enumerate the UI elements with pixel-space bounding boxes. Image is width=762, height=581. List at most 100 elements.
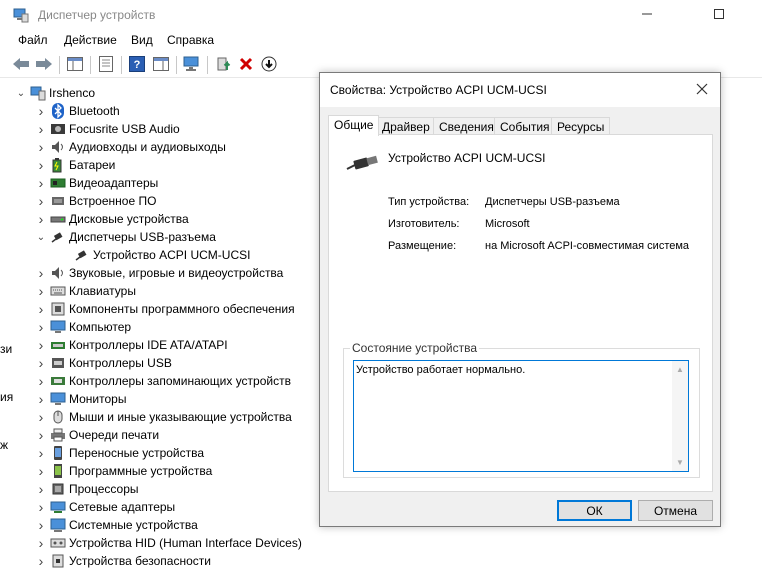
tree-item-label: Переносные устройства xyxy=(69,446,205,460)
uninstall-device-button[interactable] xyxy=(236,55,256,75)
forward-button[interactable] xyxy=(34,55,54,75)
tree-item-label: Системные устройства xyxy=(69,518,198,532)
menu-help[interactable]: Справка xyxy=(167,33,214,47)
ok-button[interactable]: ОК xyxy=(557,500,632,521)
properties-button[interactable] xyxy=(96,55,116,75)
tree-category-item[interactable]: › Мониторы xyxy=(34,390,127,408)
tree-category-item[interactable]: › Контроллеры USB xyxy=(34,354,172,372)
chevron-right-icon[interactable]: › xyxy=(34,336,48,354)
show-hide-console-tree-button[interactable] xyxy=(65,55,85,75)
device-name: Устройство ACPI UCM-UCSI xyxy=(388,151,546,165)
tab-general[interactable]: Общие xyxy=(328,115,380,136)
tree-root-node[interactable]: ⌄ Irshenco xyxy=(14,84,95,102)
tree-category-item[interactable]: › Контроллеры запоминающих устройств xyxy=(34,372,291,390)
tree-category-item[interactable]: › Bluetooth xyxy=(34,102,120,120)
tree-category-item[interactable]: › Видеоадаптеры xyxy=(34,174,159,192)
action-pane-button[interactable] xyxy=(151,55,171,75)
tree-category-item[interactable]: › Процессоры xyxy=(34,480,139,498)
software-device-icon xyxy=(50,463,66,479)
update-driver-icon xyxy=(216,56,232,75)
chevron-right-icon[interactable]: › xyxy=(34,102,48,120)
download-circle-icon xyxy=(261,56,277,75)
chevron-right-icon[interactable]: › xyxy=(34,174,48,192)
speaker-icon xyxy=(50,139,66,155)
tree-child-item[interactable]: Устройство ACPI UCM-UCSI xyxy=(72,246,250,264)
chevron-down-icon[interactable]: ⌄ xyxy=(34,228,48,246)
tree-category-item[interactable]: › Встроенное ПО xyxy=(34,192,157,210)
chevron-right-icon[interactable]: › xyxy=(34,156,48,174)
disable-device-button[interactable] xyxy=(259,55,279,75)
chevron-right-icon[interactable]: › xyxy=(34,138,48,156)
tree-category-item[interactable]: › Клавиатуры xyxy=(34,282,136,300)
tree-category-item[interactable]: › Контроллеры IDE ATA/ATAPI xyxy=(34,336,228,354)
maximize-button[interactable] xyxy=(696,0,742,30)
chevron-right-icon[interactable]: › xyxy=(34,354,48,372)
chevron-right-icon[interactable]: › xyxy=(34,516,48,534)
tree-category-item[interactable]: › Дисковые устройства xyxy=(34,210,189,228)
help-icon: ? xyxy=(129,55,145,75)
minimize-button[interactable] xyxy=(624,0,670,30)
chevron-right-icon[interactable]: › xyxy=(34,444,48,462)
tree-category-item[interactable]: › Устройства HID (Human Interface Devices… xyxy=(34,534,302,552)
chevron-right-icon[interactable]: › xyxy=(34,120,48,138)
tree-category-item[interactable]: › Системные устройства xyxy=(34,516,198,534)
chevron-right-icon[interactable]: › xyxy=(34,426,48,444)
status-scrollbar[interactable]: ▲ ▼ xyxy=(672,361,688,471)
tab-driver[interactable]: Драйвер xyxy=(376,117,436,135)
tree-category-item[interactable]: ⌄ Диспетчеры USB-разъема xyxy=(34,228,216,246)
tree-category-item[interactable]: › Батареи xyxy=(34,156,116,174)
audio-device-icon xyxy=(50,121,66,137)
manufacturer-label: Изготовитель: xyxy=(388,218,460,230)
chevron-right-icon[interactable]: › xyxy=(34,552,48,570)
tree-category-item[interactable]: › Сетевые адаптеры xyxy=(34,498,176,516)
tree-category-item[interactable]: › Программные устройства xyxy=(34,462,213,480)
tree-root-label: Irshenco xyxy=(49,86,96,100)
tree-category-item[interactable]: › Компьютер xyxy=(34,318,131,336)
menu-action[interactable]: Действие xyxy=(64,33,117,47)
properties-dialog: Свойства: Устройство ACPI UCM-UCSI Общие… xyxy=(319,72,721,527)
chevron-right-icon[interactable]: › xyxy=(34,480,48,498)
chevron-right-icon[interactable]: › xyxy=(34,300,48,318)
tab-details[interactable]: Сведения xyxy=(433,117,500,135)
tree-category-item[interactable]: › Устройства безопасности xyxy=(34,552,211,570)
svg-text:?: ? xyxy=(134,59,141,71)
tree-category-item[interactable]: › Мыши и иные указывающие устройства xyxy=(34,408,292,426)
back-button[interactable] xyxy=(11,55,31,75)
chevron-right-icon[interactable]: › xyxy=(34,318,48,336)
tree-category-item[interactable]: › Переносные устройства xyxy=(34,444,204,462)
tree-item-label: Устройства HID (Human Interface Devices) xyxy=(69,536,302,550)
chevron-right-icon[interactable]: › xyxy=(34,210,48,228)
dialog-title-bar: Свойства: Устройство ACPI UCM-UCSI xyxy=(320,73,720,107)
cancel-button[interactable]: Отмена xyxy=(638,500,713,521)
scroll-up-icon[interactable]: ▲ xyxy=(676,365,684,374)
chevron-down-icon[interactable]: ⌄ xyxy=(14,84,28,102)
tab-resources[interactable]: Ресурсы xyxy=(551,117,611,135)
tree-category-item[interactable]: › Компоненты программного обеспечения xyxy=(34,300,295,318)
chevron-right-icon[interactable]: › xyxy=(34,462,48,480)
chevron-right-icon[interactable]: › xyxy=(34,390,48,408)
chevron-right-icon[interactable]: › xyxy=(34,282,48,300)
tree-category-item[interactable]: › Аудиовходы и аудиовыходы xyxy=(34,138,226,156)
help-button[interactable]: ? xyxy=(127,55,147,75)
tree-category-item[interactable]: › Звуковые, игровые и видеоустройства xyxy=(34,264,284,282)
tab-events[interactable]: События xyxy=(494,117,556,135)
scroll-down-icon[interactable]: ▼ xyxy=(676,458,684,467)
chevron-right-icon[interactable]: › xyxy=(34,264,48,282)
tree-category-item[interactable]: › Очереди печати xyxy=(34,426,159,444)
tree-item-label: Звуковые, игровые и видеоустройства xyxy=(69,266,284,280)
chevron-right-icon[interactable]: › xyxy=(34,534,48,552)
chevron-right-icon[interactable]: › xyxy=(34,498,48,516)
scan-hardware-button[interactable] xyxy=(182,55,202,75)
chevron-right-icon[interactable]: › xyxy=(34,372,48,390)
device-status-textbox[interactable]: Устройство работает нормально. ▲ ▼ xyxy=(353,360,689,472)
tree-item-label: Focusrite USB Audio xyxy=(69,122,180,136)
back-arrow-icon xyxy=(12,57,30,74)
chevron-right-icon[interactable]: › xyxy=(34,408,48,426)
menu-view[interactable]: Вид xyxy=(131,33,153,47)
menu-file[interactable]: Файл xyxy=(18,33,48,47)
dialog-close-button[interactable] xyxy=(690,79,714,101)
tree-category-item[interactable]: › Focusrite USB Audio xyxy=(34,120,180,138)
chevron-right-icon[interactable]: › xyxy=(34,192,48,210)
toolbar-separator xyxy=(207,56,208,74)
update-driver-button[interactable] xyxy=(214,55,234,75)
